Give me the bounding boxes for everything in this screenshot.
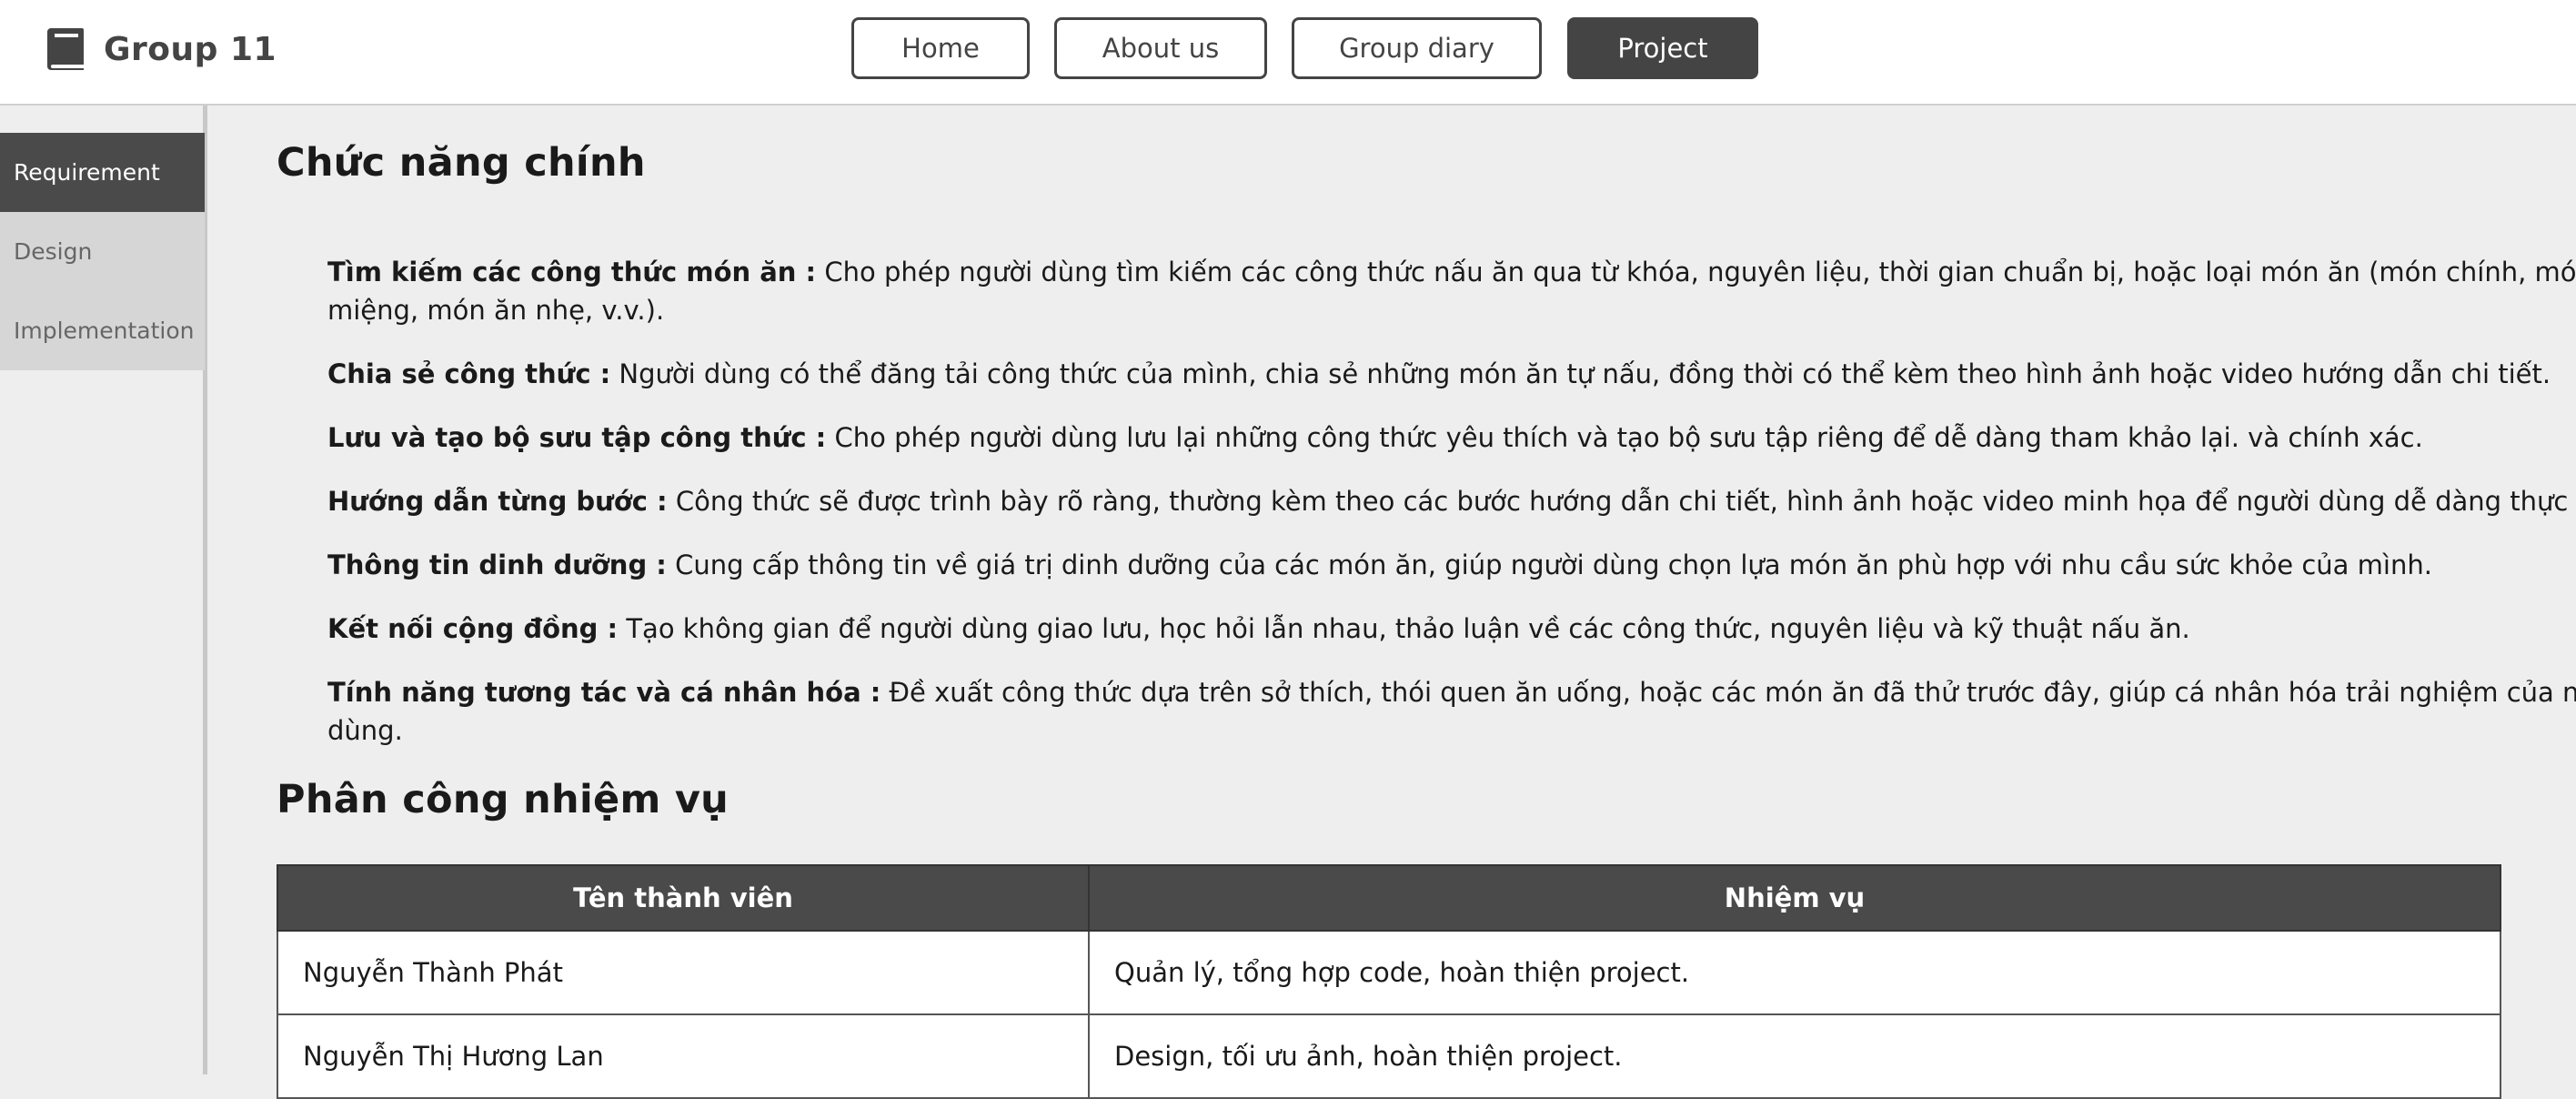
nav-project-button[interactable]: Project [1567,17,1758,79]
feature-name: Tìm kiếm các công thức món ăn : [327,257,817,287]
main-nav: Home About us Group diary Project [0,17,2576,81]
feature-desc: Người dùng có thể đăng tải công thức của… [610,358,2551,389]
feature-item: Thông tin dinh dưỡng : Cung cấp thông ti… [327,546,2576,584]
feature-desc: Cung cấp thông tin về giá trị dinh dưỡng… [666,550,2432,580]
feature-name: Kết nối cộng đồng : [327,613,619,644]
feature-name: Lưu và tạo bộ sưu tập công thức : [327,422,827,453]
feature-item: Tìm kiếm các công thức món ăn : Cho phép… [327,253,2576,329]
feature-item: Kết nối cộng đồng : Tạo không gian để ng… [327,610,2576,648]
main-content: Chức năng chính Tìm kiếm các công thức m… [213,107,2576,1099]
feature-name: Chia sẻ công thức : [327,358,611,389]
sidebar-item-requirement[interactable]: Requirement [0,133,205,212]
feature-name: Tính năng tương tác và cá nhân hóa : [327,677,881,708]
sidebar-item-implementation[interactable]: Implementation [0,291,205,370]
feature-desc: Cho phép người dùng lưu lại những công t… [826,422,2423,453]
section-title-task-assignment: Phân công nhiệm vụ [277,777,730,822]
column-header-task: Nhiệm vụ [1088,864,2501,932]
nav-home-button[interactable]: Home [851,17,1030,79]
feature-name: Thông tin dinh dưỡng : [327,550,667,580]
section-title-main-features: Chức năng chính [277,140,646,186]
member-name-cell: Nguyễn Thị Hương Lan [277,1013,1090,1099]
feature-item: Tính năng tương tác và cá nhân hóa : Đề … [327,673,2576,750]
nav-about-us-button[interactable]: About us [1054,17,1267,79]
top-header: Group 11 Home About us Group diary Proje… [0,0,2576,106]
feature-name: Hướng dẫn từng bước : [327,486,668,517]
task-table: Tên thành viên Nhiệm vụ Nguyễn Thành Phá… [277,864,2501,1099]
feature-item: Lưu và tạo bộ sưu tập công thức : Cho ph… [327,418,2576,457]
task-cell: Design, tối ưu ảnh, hoàn thiện project. [1088,1013,2501,1099]
member-name-cell: Nguyễn Thành Phát [277,930,1090,1015]
sidebar-item-design[interactable]: Design [0,212,205,291]
task-cell: Quản lý, tổng hợp code, hoàn thiện proje… [1088,930,2501,1015]
feature-desc: Công thức sẽ được trình bày rõ ràng, thư… [667,486,2576,517]
column-header-member: Tên thành viên [277,864,1090,932]
table-row: Nguyễn Thành Phát Quản lý, tổng hợp code… [277,930,2501,1015]
feature-item: Hướng dẫn từng bước : Công thức sẽ được … [327,482,2576,520]
sidebar: Requirement Design Implementation [0,106,207,1074]
nav-group-diary-button[interactable]: Group diary [1292,17,1542,79]
feature-item: Chia sẻ công thức : Người dùng có thể đă… [327,355,2576,393]
table-row: Nguyễn Thị Hương Lan Design, tối ưu ảnh,… [277,1013,2501,1099]
feature-desc: Tạo không gian để người dùng giao lưu, h… [618,613,2190,644]
table-header-row: Tên thành viên Nhiệm vụ [277,864,2501,932]
